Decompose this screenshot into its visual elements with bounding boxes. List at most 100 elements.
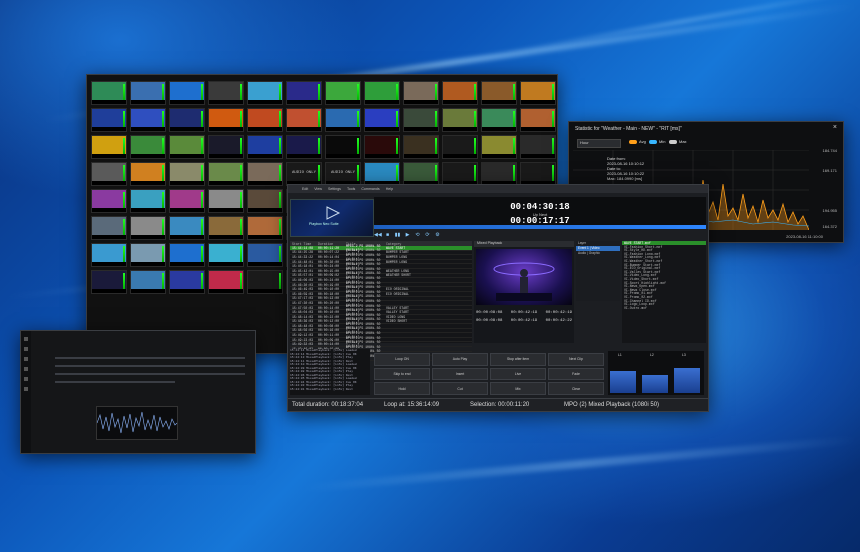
multiviewer-tile[interactable] — [208, 81, 244, 105]
multiviewer-tile[interactable] — [403, 108, 439, 132]
timecode-in[interactable]: 00:00:08:08 — [476, 311, 502, 315]
settings-gear-icon[interactable]: ⚙ — [434, 232, 441, 238]
progress-bar[interactable] — [374, 225, 706, 229]
multiviewer-tile[interactable] — [403, 162, 439, 186]
multiviewer-tile[interactable] — [286, 108, 322, 132]
multiviewer-tile[interactable] — [442, 135, 478, 159]
multiviewer-tile[interactable] — [403, 135, 439, 159]
multiviewer-tile[interactable] — [208, 189, 244, 213]
sidebar-icon[interactable] — [24, 377, 28, 381]
multiviewer-tile[interactable] — [208, 216, 244, 240]
multiviewer-tile[interactable] — [169, 162, 205, 186]
multiviewer-tile[interactable] — [91, 162, 127, 186]
multiviewer-tile[interactable] — [247, 270, 283, 294]
multiviewer-tile[interactable] — [481, 162, 517, 186]
multiviewer-tile[interactable] — [520, 108, 556, 132]
multiviewer-tile[interactable] — [91, 108, 127, 132]
time-range-select[interactable]: Hour — [577, 139, 621, 148]
timecode-in[interactable]: 00:00:08:08 — [476, 319, 502, 323]
menu-item[interactable]: Settings — [328, 187, 341, 191]
multiviewer-tile[interactable] — [286, 81, 322, 105]
control-button[interactable]: Skip to end — [374, 367, 430, 381]
close-icon[interactable]: × — [833, 124, 837, 131]
multiviewer-tile[interactable] — [91, 135, 127, 159]
control-button[interactable]: Fade — [548, 367, 604, 381]
multiviewer-tile[interactable] — [364, 108, 400, 132]
multiviewer-tile[interactable] — [169, 189, 205, 213]
toggle-max[interactable]: Max — [669, 139, 687, 144]
multiviewer-tile[interactable] — [442, 81, 478, 105]
timecode-mid[interactable]: 00:00:42:19 — [511, 311, 537, 315]
sidebar-icon[interactable] — [24, 357, 28, 361]
multiviewer-tile[interactable] — [169, 216, 205, 240]
multiviewer-tile[interactable] — [247, 135, 283, 159]
sidebar-icon[interactable] — [24, 347, 28, 351]
play-button[interactable]: ▶ — [404, 232, 411, 238]
multiviewer-tile[interactable] — [130, 270, 166, 294]
repeat-button[interactable]: ⟳ — [424, 232, 431, 238]
list-item[interactable]: Audio | Graphic — [576, 251, 620, 256]
media-list[interactable]: WAVE START.mxf VI-Fashion_Short.mxf VI-Sty… — [622, 241, 706, 343]
multiviewer-tile[interactable] — [286, 135, 322, 159]
multiviewer-tile[interactable] — [442, 108, 478, 132]
multiviewer-tile[interactable] — [130, 216, 166, 240]
multiviewer-tile[interactable] — [247, 81, 283, 105]
control-button[interactable]: Hold — [374, 382, 430, 395]
multiviewer-tile[interactable] — [130, 108, 166, 132]
timecode-out[interactable]: 00:00:42:22 — [546, 319, 572, 323]
menu-item[interactable]: Commands — [361, 187, 379, 191]
multiviewer-tile[interactable] — [364, 81, 400, 105]
multiviewer-tile[interactable] — [91, 216, 127, 240]
multiviewer-tile[interactable] — [481, 135, 517, 159]
multiviewer-tile[interactable] — [91, 81, 127, 105]
multiviewer-tile[interactable] — [442, 162, 478, 186]
multiviewer-tile[interactable] — [91, 243, 127, 267]
multiviewer-tile[interactable] — [481, 108, 517, 132]
list-item[interactable]: VI-Outro.mxf — [622, 306, 706, 310]
sidebar-icon[interactable] — [24, 367, 28, 371]
multiviewer-tile[interactable] — [208, 243, 244, 267]
control-button[interactable]: Next Clip — [548, 353, 604, 366]
reload-button[interactable]: ⟲ — [414, 232, 421, 238]
control-button[interactable]: Cut — [432, 382, 488, 395]
sidebar-icon[interactable] — [24, 337, 28, 341]
toggle-min[interactable]: Min — [649, 139, 665, 144]
control-button[interactable]: Live — [490, 367, 546, 381]
multiviewer-tile[interactable] — [481, 81, 517, 105]
multiviewer-tile[interactable] — [520, 81, 556, 105]
menu-item[interactable]: Tools — [347, 187, 355, 191]
multiviewer-tile[interactable]: AUDIO ONLY — [286, 162, 322, 186]
multiviewer-tile[interactable] — [364, 162, 400, 186]
playlist-table[interactable]: Start Time Duration Title Category 15:44… — [290, 241, 472, 362]
multiviewer-tile[interactable] — [130, 243, 166, 267]
multiviewer-tile[interactable] — [247, 108, 283, 132]
multiviewer-tile[interactable] — [247, 216, 283, 240]
control-button[interactable]: Stop after item — [490, 353, 546, 366]
multiviewer-tile[interactable] — [520, 135, 556, 159]
control-button[interactable]: Clear — [548, 382, 604, 395]
multiviewer-tile[interactable] — [130, 189, 166, 213]
rewind-button[interactable]: ◀◀ — [374, 232, 382, 238]
multiviewer-tile[interactable] — [169, 270, 205, 294]
multiviewer-tile[interactable] — [325, 135, 361, 159]
timecode-out[interactable]: 00:00:42:19 — [546, 311, 572, 315]
multiviewer-tile[interactable] — [325, 108, 361, 132]
multiviewer-tile[interactable]: AUDIO ONLY — [325, 162, 361, 186]
toggle-avg[interactable]: Avg — [629, 139, 646, 144]
multiviewer-tile[interactable] — [91, 189, 127, 213]
control-button[interactable]: Insert — [432, 367, 488, 381]
multiviewer-tile[interactable] — [130, 162, 166, 186]
multiviewer-tile[interactable] — [208, 135, 244, 159]
multiviewer-tile[interactable] — [169, 81, 205, 105]
multiviewer-tile[interactable] — [208, 108, 244, 132]
control-button[interactable]: Loop ON — [374, 353, 430, 366]
menu-item[interactable]: View — [314, 187, 322, 191]
timecode-mid[interactable]: 00:00:42:19 — [511, 319, 537, 323]
multiviewer-tile[interactable] — [130, 135, 166, 159]
control-button[interactable]: Auto Play — [432, 353, 488, 366]
multiviewer-tile[interactable] — [169, 243, 205, 267]
multiviewer-tile[interactable] — [130, 81, 166, 105]
playout-window[interactable]: Edit View Settings Tools Commands Help P… — [287, 184, 709, 412]
multiviewer-tile[interactable] — [325, 81, 361, 105]
multiviewer-tile[interactable] — [247, 243, 283, 267]
